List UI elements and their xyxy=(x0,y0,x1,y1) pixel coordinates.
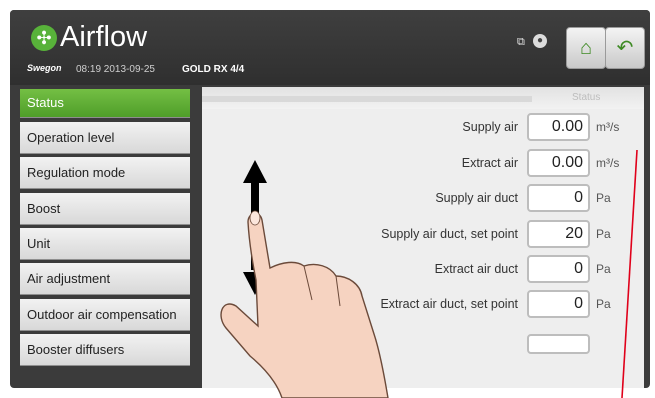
network-icon: ⧉ xyxy=(517,36,525,48)
back-button[interactable]: ↶ xyxy=(605,27,645,69)
row-value: 0.00 xyxy=(527,113,590,141)
unit-id: GOLD RX 4/4 xyxy=(182,64,244,75)
status-row: Supply air 0.00 m³/s xyxy=(202,111,644,143)
status-row: Supply air duct, set point 20 Pa xyxy=(202,218,644,250)
sidebar-item-label: Status xyxy=(27,95,64,110)
brand-logo: Swegon xyxy=(27,63,62,73)
sidebar-item-status[interactable]: Status xyxy=(20,89,190,118)
row-unit: Pa xyxy=(596,227,611,241)
row-label: Supply air xyxy=(462,120,518,134)
fan-icon: ✣ xyxy=(31,25,57,51)
status-row: Extract air duct 0 Pa xyxy=(202,253,644,285)
sidebar-item-label: Booster diffusers xyxy=(27,341,125,357)
page-counter: 4/4 xyxy=(230,64,245,75)
sidebar-item-unit[interactable]: Unit xyxy=(20,228,190,260)
row-label: Extract air duct, set point xyxy=(380,297,518,311)
row-label: Supply air duct, set point xyxy=(381,227,518,241)
app-title: Airflow xyxy=(60,21,148,53)
unit-name: GOLD RX xyxy=(182,64,228,75)
row-unit: Pa xyxy=(596,262,611,276)
sidebar-item-outdoor-air-compensation[interactable]: Outdoor air compensation xyxy=(20,299,190,331)
sidebar-item-label: Boost xyxy=(27,200,61,216)
sidebar-item-label: Regulation mode xyxy=(27,164,126,180)
header-bar: ✣ Airflow Swegon 08:19 2013-09-25 GOLD R… xyxy=(10,10,650,85)
sidebar-item-label: Operation level xyxy=(27,129,115,145)
row-label: Supply air duct xyxy=(435,191,518,205)
device-panel: ✣ Airflow Swegon 08:19 2013-09-25 GOLD R… xyxy=(10,10,650,388)
sidebar-item-regulation-mode[interactable]: Regulation mode xyxy=(20,157,190,189)
sidebar-item-air-adjustment[interactable]: Air adjustment xyxy=(20,263,190,295)
home-icon: ⌂ xyxy=(579,37,593,59)
row-unit: Pa xyxy=(596,297,611,311)
content-top-bar: Status xyxy=(202,87,644,109)
row-unit: m³/s xyxy=(596,156,620,170)
status-caption: Status xyxy=(572,92,601,103)
row-label: Extract air xyxy=(461,156,518,170)
row-unit: m³/s xyxy=(596,120,620,134)
sidebar-item-operation-level[interactable]: Operation level xyxy=(20,122,190,154)
back-arrow-icon: ↶ xyxy=(616,37,634,59)
user-icon[interactable]: ● xyxy=(533,34,547,48)
content-top-strip xyxy=(202,96,532,102)
row-unit: Pa xyxy=(596,191,611,205)
status-row: Extract air 0.00 m³/s xyxy=(202,147,644,179)
status-row: Extract air duct, set point 0 Pa xyxy=(202,288,644,320)
row-value-partial xyxy=(527,334,590,354)
row-label: Extract air duct xyxy=(434,262,518,276)
sidebar-item-label: Outdoor air compensation xyxy=(27,306,177,322)
row-value: 20 xyxy=(527,220,590,248)
row-value: 0 xyxy=(527,255,590,283)
sidebar-item-booster-diffusers[interactable]: Booster diffusers xyxy=(20,334,190,366)
row-value: 0.00 xyxy=(527,149,590,177)
sidebar-item-boost[interactable]: Boost xyxy=(20,193,190,225)
sidebar-item-label: Unit xyxy=(27,235,51,251)
timestamp: 08:19 2013-09-25 xyxy=(76,64,155,75)
sidebar-item-label: Air adjustment xyxy=(27,270,111,286)
status-row-partial xyxy=(202,324,644,356)
home-button[interactable]: ⌂ xyxy=(566,27,606,69)
status-row: Supply air duct 0 Pa xyxy=(202,182,644,214)
row-value: 0 xyxy=(527,290,590,318)
row-value: 0 xyxy=(527,184,590,212)
status-content: Status Supply air 0.00 m³/s Extract air … xyxy=(202,87,644,388)
